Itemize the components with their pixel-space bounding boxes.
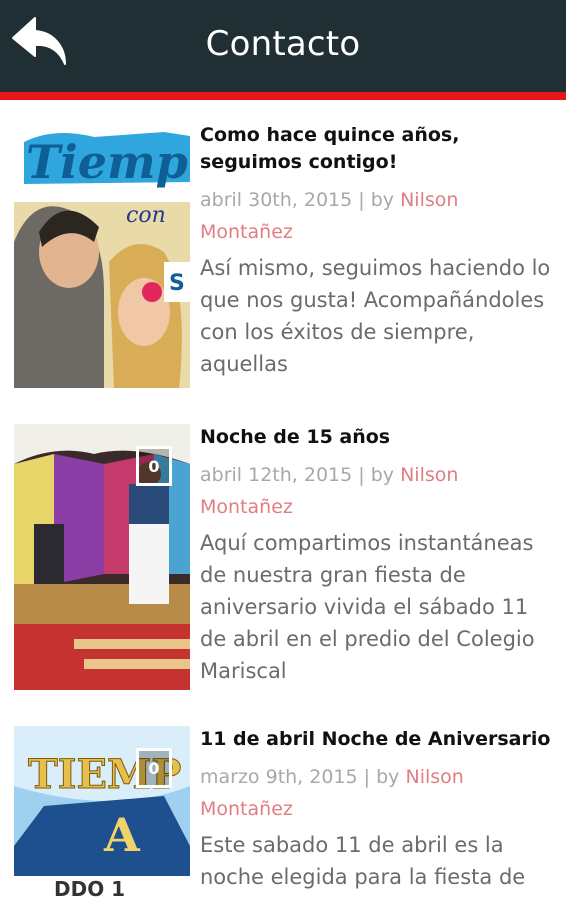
post-meta: abril 12th, 2015 | by Nilson Montañez: [200, 459, 554, 523]
post-excerpt: Este sabado 11 de abril es la noche eleg…: [200, 833, 526, 889]
by-label: by: [370, 464, 395, 486]
svg-text:S: S: [169, 271, 185, 296]
svg-text:con: con: [126, 203, 166, 228]
post-date: marzo 9th, 2015: [200, 766, 358, 788]
svg-text:A: A: [103, 808, 141, 862]
post-meta: marzo 9th, 2015 | by Nilson Montañez: [200, 761, 554, 825]
svg-text:Tiemp: Tiemp: [26, 135, 188, 189]
post-title[interactable]: 11 de abril Noche de Aniversario: [200, 726, 554, 753]
post-title[interactable]: Como hace quince años, seguimos contigo!: [200, 122, 554, 176]
post-title[interactable]: Noche de 15 años: [200, 424, 554, 451]
post-thumbnail[interactable]: 0: [14, 424, 190, 690]
post-thumbnail[interactable]: Tiemp con S: [14, 122, 190, 388]
post-item[interactable]: Tiemp con S Como hace quince años, segui…: [14, 122, 554, 392]
post-content: Noche de 15 años abril 12th, 2015 | by N…: [200, 424, 554, 687]
gallery-icon: 0: [136, 748, 172, 788]
page-title: Contacto: [205, 24, 361, 64]
svg-text:DDO 1: DDO 1: [54, 877, 125, 900]
post-item[interactable]: TIEMP A DDO 1 0 11 de abril Noche de Ani…: [14, 726, 554, 900]
post-excerpt: Aquí compartimos instantáneas de nuestra…: [200, 531, 535, 683]
gallery-icon: 0: [136, 446, 172, 486]
post-content: Como hace quince años, seguimos contigo!…: [200, 122, 554, 380]
post-item[interactable]: 0 Noche de 15 años abril 12th, 2015 | by…: [14, 424, 554, 694]
post-thumbnail[interactable]: TIEMP A DDO 1 0: [14, 726, 190, 900]
by-label: by: [376, 766, 400, 788]
post-excerpt: Así mismo, seguimos haciendo lo que nos …: [200, 256, 551, 376]
meta-separator: |: [358, 189, 365, 211]
post-date: abril 12th, 2015: [200, 464, 353, 486]
meta-separator: |: [363, 766, 371, 788]
app-bar: Contacto: [0, 0, 566, 92]
by-label: by: [370, 189, 395, 211]
post-date: abril 30th, 2015: [200, 189, 353, 211]
post-image: Tiemp con S: [14, 122, 190, 388]
header-accent-line: [0, 92, 566, 100]
meta-separator: |: [358, 464, 365, 486]
post-content: 11 de abril Noche de Aniversario marzo 9…: [200, 726, 554, 893]
post-meta: abril 30th, 2015 | by Nilson Montañez: [200, 184, 554, 248]
